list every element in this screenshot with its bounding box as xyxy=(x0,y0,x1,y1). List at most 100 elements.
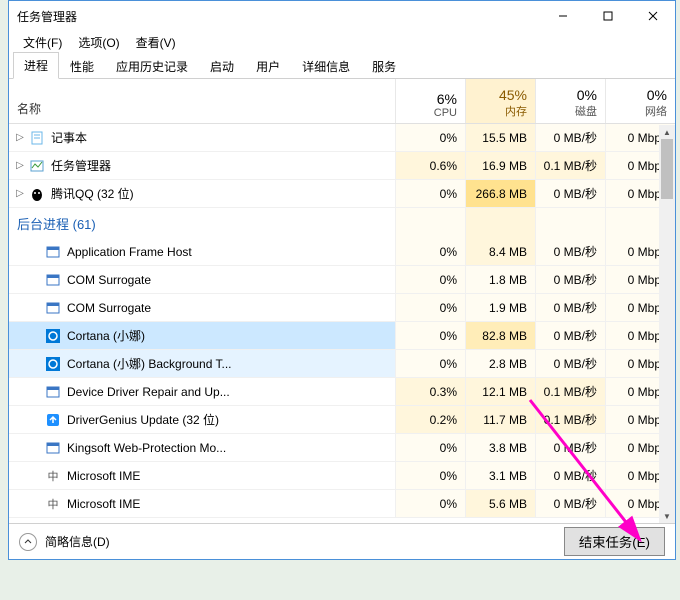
process-icon xyxy=(29,130,45,146)
tabbar: 进程性能应用历史记录启动用户详细信息服务 xyxy=(9,53,675,79)
process-name: Application Frame Host xyxy=(67,245,192,259)
tab-0[interactable]: 进程 xyxy=(13,52,59,79)
cell-cpu: 0% xyxy=(395,294,465,321)
cell-cpu: 0.2% xyxy=(395,406,465,433)
cell-memory: 1.8 MB xyxy=(465,266,535,293)
cell-disk: 0.1 MB/秒 xyxy=(535,378,605,405)
process-row[interactable]: ▷中Microsoft IME0%3.1 MB0 MB/秒0 Mbps xyxy=(9,462,675,490)
cell-memory: 1.9 MB xyxy=(465,294,535,321)
process-icon xyxy=(45,384,61,400)
col-header-网络[interactable]: 0%网络 xyxy=(605,79,675,123)
process-name: COM Surrogate xyxy=(67,301,151,315)
col-header-内存[interactable]: 45%内存 xyxy=(465,79,535,123)
titlebar: 任务管理器 xyxy=(9,1,675,31)
cell-cpu: 0.6% xyxy=(395,152,465,179)
cell-cpu: 0% xyxy=(395,266,465,293)
tab-3[interactable]: 启动 xyxy=(199,53,245,79)
cell-disk: 0 MB/秒 xyxy=(535,124,605,151)
process-icon xyxy=(29,186,45,202)
process-row[interactable]: ▷Kingsoft Web-Protection Mo...0%3.8 MB0 … xyxy=(9,434,675,462)
process-name: Device Driver Repair and Up... xyxy=(67,385,230,399)
menu-file[interactable]: 文件(F) xyxy=(17,32,68,53)
tab-1[interactable]: 性能 xyxy=(59,53,105,79)
svg-text:中: 中 xyxy=(48,498,59,511)
cell-memory: 8.4 MB xyxy=(465,238,535,265)
menu-view[interactable]: 查看(V) xyxy=(130,32,182,53)
window-title: 任务管理器 xyxy=(17,8,540,25)
cell-cpu: 0% xyxy=(395,462,465,489)
process-icon xyxy=(45,328,61,344)
process-row[interactable]: ▷中Microsoft IME0%5.6 MB0 MB/秒0 Mbps xyxy=(9,490,675,518)
process-name: COM Surrogate xyxy=(67,273,151,287)
cell-cpu: 0% xyxy=(395,322,465,349)
col-header-磁盘[interactable]: 0%磁盘 xyxy=(535,79,605,123)
task-manager-window: 任务管理器 文件(F) 选项(O) 查看(V) 进程性能应用历史记录启动用户详细… xyxy=(8,0,676,560)
menubar: 文件(F) 选项(O) 查看(V) xyxy=(9,31,675,53)
cell-memory: 16.9 MB xyxy=(465,152,535,179)
tab-2[interactable]: 应用历史记录 xyxy=(105,53,199,79)
process-row[interactable]: ▷Cortana (小娜)0%82.8 MB0 MB/秒0 Mbps xyxy=(9,322,675,350)
process-icon xyxy=(45,244,61,260)
scroll-up-icon[interactable]: ▲ xyxy=(659,125,675,139)
cell-disk: 0.1 MB/秒 xyxy=(535,152,605,179)
cell-disk: 0 MB/秒 xyxy=(535,238,605,265)
cell-disk: 0 MB/秒 xyxy=(535,266,605,293)
group-header-background[interactable]: 后台进程 (61) xyxy=(9,208,675,238)
cell-cpu: 0.3% xyxy=(395,378,465,405)
cell-disk: 0 MB/秒 xyxy=(535,490,605,517)
process-icon xyxy=(45,356,61,372)
process-name: Microsoft IME xyxy=(67,497,140,511)
cell-cpu: 0% xyxy=(395,350,465,377)
cell-disk: 0 MB/秒 xyxy=(535,322,605,349)
tab-4[interactable]: 用户 xyxy=(245,53,291,79)
process-name: 记事本 xyxy=(51,129,87,146)
tab-5[interactable]: 详细信息 xyxy=(291,53,361,79)
process-list[interactable]: ▷记事本0%15.5 MB0 MB/秒0 Mbps▷任务管理器0.6%16.9 … xyxy=(9,124,675,523)
scroll-down-icon[interactable]: ▼ xyxy=(659,509,675,523)
expand-icon[interactable]: ▷ xyxy=(13,160,27,171)
process-row[interactable]: ▷记事本0%15.5 MB0 MB/秒0 Mbps xyxy=(9,124,675,152)
menu-options[interactable]: 选项(O) xyxy=(72,32,125,53)
cell-disk: 0 MB/秒 xyxy=(535,180,605,207)
cell-disk: 0 MB/秒 xyxy=(535,462,605,489)
process-name: DriverGenius Update (32 位) xyxy=(67,411,219,428)
process-icon xyxy=(29,158,45,174)
col-header-name[interactable]: 名称 xyxy=(9,79,395,123)
process-row[interactable]: ▷Cortana (小娜) Background T...0%2.8 MB0 M… xyxy=(9,350,675,378)
cell-disk: 0.1 MB/秒 xyxy=(535,406,605,433)
scrollbar[interactable]: ▲ ▼ xyxy=(659,125,675,523)
expand-icon[interactable]: ▷ xyxy=(13,188,27,199)
cell-memory: 3.1 MB xyxy=(465,462,535,489)
collapse-button[interactable] xyxy=(19,533,37,551)
cell-memory: 12.1 MB xyxy=(465,378,535,405)
cell-memory: 82.8 MB xyxy=(465,322,535,349)
process-row[interactable]: ▷COM Surrogate0%1.8 MB0 MB/秒0 Mbps xyxy=(9,266,675,294)
process-icon xyxy=(45,412,61,428)
process-row[interactable]: ▷Application Frame Host0%8.4 MB0 MB/秒0 M… xyxy=(9,238,675,266)
process-row[interactable]: ▷腾讯QQ (32 位)0%266.8 MB0 MB/秒0 Mbps xyxy=(9,180,675,208)
end-task-button[interactable]: 结束任务(E) xyxy=(564,527,665,556)
svg-text:中: 中 xyxy=(48,470,59,483)
cell-disk: 0 MB/秒 xyxy=(535,350,605,377)
process-icon: 中 xyxy=(45,468,61,484)
process-row[interactable]: ▷DriverGenius Update (32 位)0.2%11.7 MB0.… xyxy=(9,406,675,434)
maximize-button[interactable] xyxy=(585,1,630,31)
expand-icon[interactable]: ▷ xyxy=(13,132,27,143)
process-icon xyxy=(45,272,61,288)
process-row[interactable]: ▷COM Surrogate0%1.9 MB0 MB/秒0 Mbps xyxy=(9,294,675,322)
close-button[interactable] xyxy=(630,1,675,31)
col-header-CPU[interactable]: 6%CPU xyxy=(395,79,465,123)
process-row[interactable]: ▷任务管理器0.6%16.9 MB0.1 MB/秒0 Mbps xyxy=(9,152,675,180)
minimize-button[interactable] xyxy=(540,1,585,31)
scrollbar-thumb[interactable] xyxy=(661,139,673,199)
tab-6[interactable]: 服务 xyxy=(361,53,407,79)
process-row[interactable]: ▷Device Driver Repair and Up...0.3%12.1 … xyxy=(9,378,675,406)
cell-cpu: 0% xyxy=(395,180,465,207)
cell-memory: 11.7 MB xyxy=(465,406,535,433)
cell-memory: 266.8 MB xyxy=(465,180,535,207)
fewer-details-label[interactable]: 简略信息(D) xyxy=(45,533,564,550)
process-name: Cortana (小娜) xyxy=(67,327,145,344)
process-name: Cortana (小娜) Background T... xyxy=(67,355,232,372)
column-headers: 名称 6%CPU45%内存0%磁盘0%网络 xyxy=(9,79,675,124)
process-name: 腾讯QQ (32 位) xyxy=(51,185,134,202)
